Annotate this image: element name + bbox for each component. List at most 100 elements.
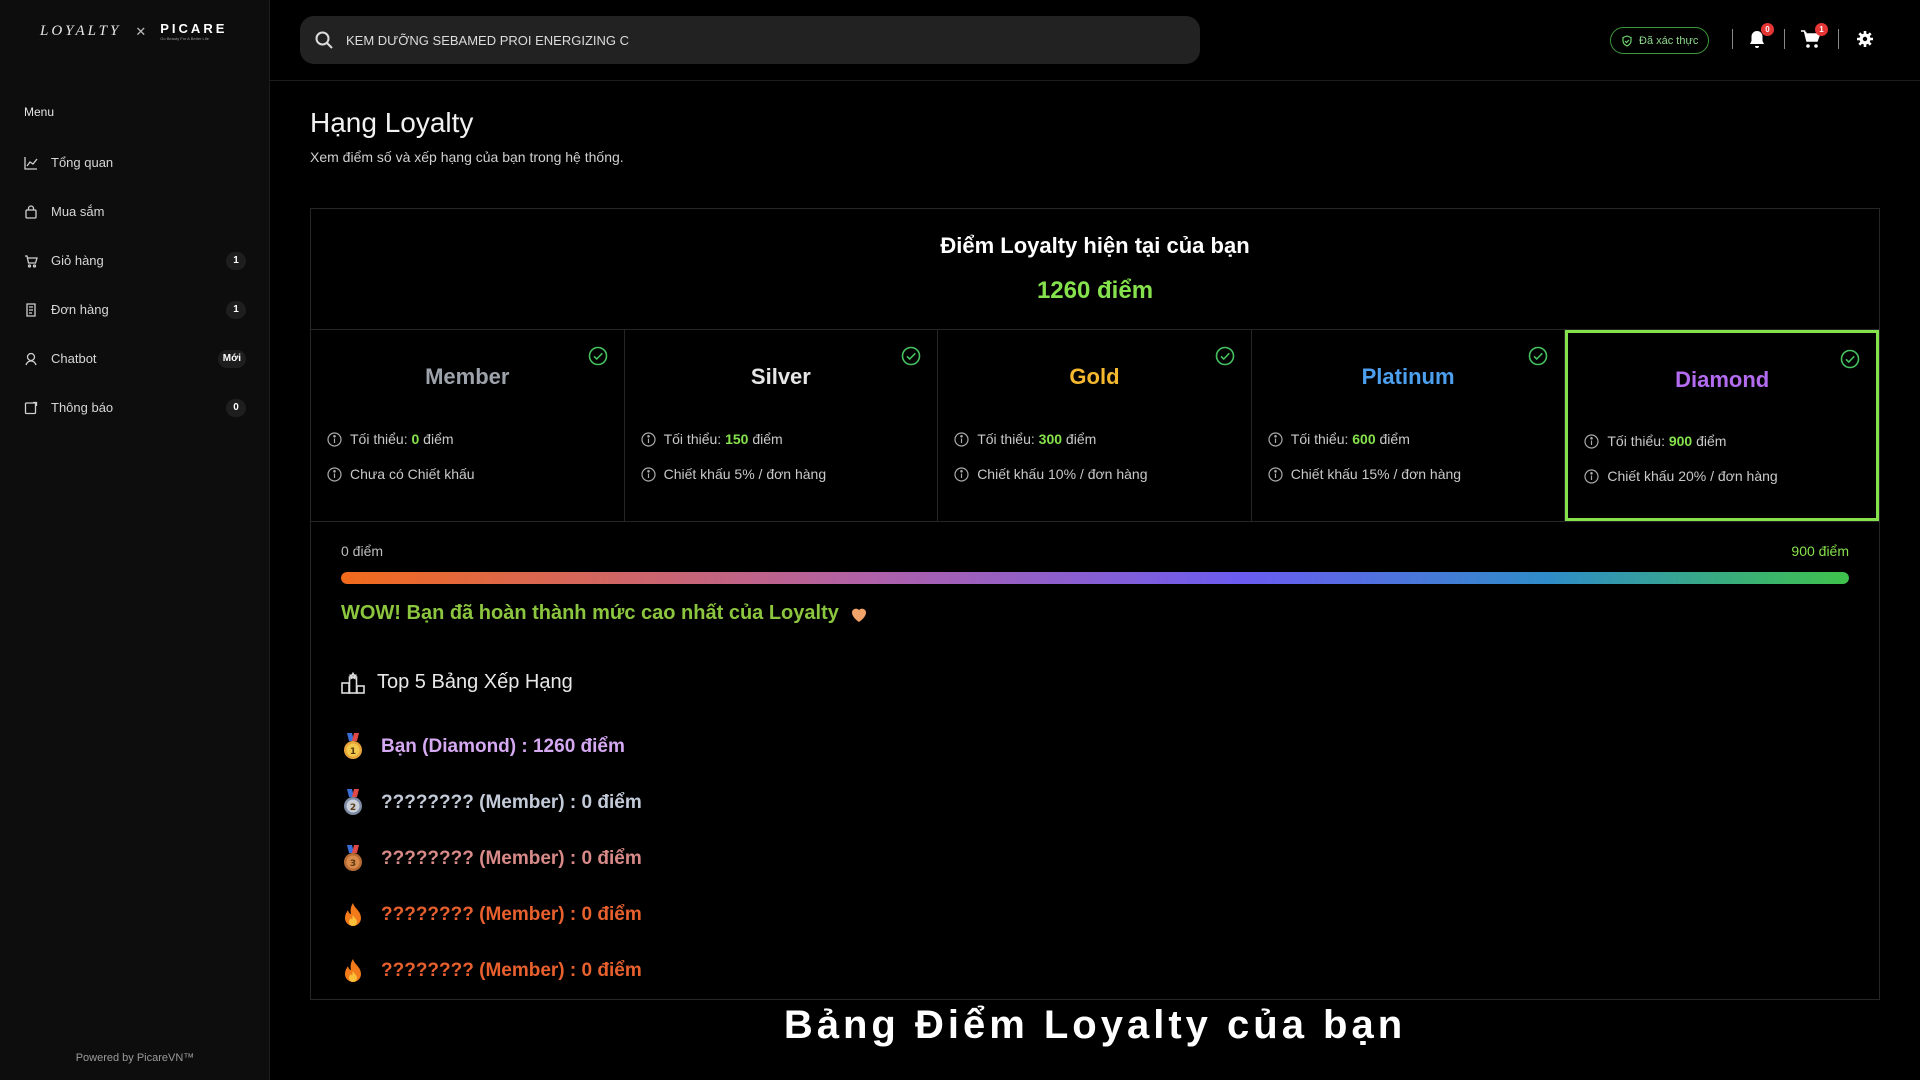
tier-min-points: Tối thiểu: 0 điểm	[327, 431, 454, 447]
fire-icon	[341, 957, 365, 985]
order-count-badge: 1	[226, 300, 246, 319]
svg-text:3: 3	[350, 859, 356, 869]
tier-card-member: Member Tối thiểu: 0 điểm Chưa có Chiết khấ…	[311, 330, 625, 521]
progress-fill	[341, 572, 1849, 584]
check-circle-icon	[901, 346, 921, 366]
check-circle-icon	[588, 346, 608, 366]
sidebar-item-cart[interactable]: Giỏ hàng 1	[24, 236, 246, 285]
leaderboard-entry: ???????? (Member) : 0 điểm	[381, 904, 642, 925]
silver-medal-icon: 2	[341, 789, 365, 817]
sidebar-item-orders[interactable]: Đơn hàng 1	[24, 285, 246, 334]
tier-min-points: Tối thiểu: 300 điểm	[954, 431, 1096, 447]
info-icon	[327, 466, 342, 482]
leaderboard-entry: ???????? (Member) : 0 điểm	[381, 960, 642, 981]
powered-by: Powered by PicareVN™	[75, 1052, 195, 1064]
tier-min-text: Tối thiểu: 300 điểm	[977, 431, 1096, 447]
tier-discount: Chiết khấu 15% / đơn hàng	[1268, 466, 1461, 482]
info-icon	[1268, 466, 1283, 482]
info-icon	[1268, 431, 1283, 447]
settings-button[interactable]	[1854, 28, 1876, 50]
sidebar-item-label: Tổng quan	[51, 155, 114, 170]
sidebar-item-label: Chatbot	[51, 351, 97, 366]
top-header: Đã xác thực 0 1	[270, 0, 1920, 81]
sidebar-item-notifications[interactable]: Thông báo 0	[24, 383, 246, 432]
sidebar-item-label: Giỏ hàng	[51, 253, 104, 268]
tier-name: Silver	[750, 364, 811, 389]
verified-badge[interactable]: Đã xác thực	[1610, 27, 1710, 54]
sidebar-item-chatbot[interactable]: Chatbot Mới	[24, 334, 246, 383]
info-icon	[327, 431, 342, 447]
info-icon	[640, 431, 656, 447]
new-badge: Mới	[217, 349, 246, 368]
completion-message: WOW! Bạn đã hoàn thành mức cao nhất của …	[341, 602, 869, 625]
notification-count-badge: 0	[226, 398, 246, 417]
tier-card-platinum: Platinum Tối thiểu: 600 điểm Chiết khấu 15…	[1252, 330, 1566, 521]
header-divider	[1732, 29, 1733, 49]
notification-icon	[24, 401, 38, 415]
info-icon	[1584, 468, 1599, 484]
tier-min-value: 150	[725, 431, 749, 447]
tier-discount: Chưa có Chiết khấu	[327, 466, 475, 482]
search-bar[interactable]	[300, 16, 1200, 64]
svg-text:2: 2	[350, 803, 356, 813]
fire-icon	[341, 901, 365, 929]
leaderboard-row: ???????? (Member) : 0 điểm	[341, 887, 642, 943]
tier-min-points: Tối thiểu: 150 điểm	[640, 431, 783, 447]
tier-discount-text: Chiết khấu 10% / đơn hàng	[977, 466, 1148, 482]
page-subtitle: Xem điểm số và xếp hạng của bạn trong hệ…	[310, 149, 624, 165]
header-divider	[1784, 29, 1785, 49]
shield-check-icon	[1622, 34, 1632, 47]
sidebar-item-shopping[interactable]: Mua sắm	[24, 187, 246, 236]
leaderboard-entry: ???????? (Member) : 0 điểm	[381, 848, 642, 869]
search-input[interactable]	[346, 32, 1166, 48]
tier-min-value: 600	[1352, 431, 1376, 447]
leaderboard-row: 2 ???????? (Member) : 0 điểm	[341, 775, 642, 831]
tier-name: Diamond	[1675, 367, 1770, 392]
info-icon	[1584, 433, 1599, 449]
sidebar-item-label: Thông báo	[51, 400, 114, 415]
cart-button[interactable]: 1	[1800, 23, 1828, 50]
tier-min-points: Tối thiểu: 600 điểm	[1268, 431, 1410, 447]
info-icon	[954, 431, 969, 447]
tier-discount-text: Chiết khấu 15% / đơn hàng	[1290, 466, 1462, 482]
completion-text: WOW! Bạn đã hoàn thành mức cao nhất của …	[341, 602, 839, 624]
leaderboard-title-text: Top 5 Bảng Xếp Hạng	[377, 671, 573, 693]
tier-name: Platinum	[1361, 364, 1455, 389]
tier-min-points: Tối thiểu: 900 điểm	[1584, 433, 1726, 449]
brand-logo[interactable]: LOYALTY ✕ PICARE Go Beauty For A Better …	[40, 22, 227, 41]
tier-min-label: Tối thiểu:	[977, 431, 1039, 447]
verified-label: Đã xác thực	[1639, 34, 1699, 47]
points-value: 1260 điểm	[1036, 277, 1154, 304]
leaderboard-entry: Bạn (Diamond) : 1260 điểm	[381, 736, 625, 757]
shopping-bag-icon	[24, 204, 38, 219]
tier-card-diamond: Diamond Tối thiểu: 900 điểm Chiết khấu 20%…	[1565, 330, 1879, 521]
tier-discount-text: Chiết khấu 5% / đơn hàng	[663, 466, 827, 482]
main-content: Hạng Loyalty Xem điểm số và xếp hạng của…	[270, 81, 1920, 1080]
tier-card-silver: Silver Tối thiểu: 150 điểm Chiết khấu 5% /…	[625, 330, 939, 521]
progress-min-label: 0 điểm	[341, 543, 384, 559]
tier-min-text: Tối thiểu: 900 điểm	[1607, 433, 1726, 449]
heart-icon	[849, 604, 869, 624]
tier-discount-text: Chưa có Chiết khấu	[350, 466, 475, 482]
tier-min-unit: điểm	[1692, 433, 1727, 449]
notification-button[interactable]: 0	[1746, 23, 1774, 50]
tier-discount: Chiết khấu 10% / đơn hàng	[954, 466, 1147, 482]
check-circle-icon	[1215, 346, 1235, 366]
page-title: Hạng Loyalty	[310, 107, 474, 138]
tier-min-unit: điểm	[419, 431, 454, 447]
tier-name: Gold	[1069, 364, 1120, 389]
sidebar-item-overview[interactable]: Tổng quan	[24, 138, 246, 187]
tier-list: Member Tối thiểu: 0 điểm Chưa có Chiết khấ…	[311, 329, 1879, 522]
tier-discount: Chiết khấu 20% / đơn hàng	[1584, 468, 1778, 484]
sidebar-item-label: Đơn hàng	[51, 302, 109, 317]
tier-min-text: Tối thiểu: 0 điểm	[350, 431, 454, 447]
tier-min-label: Tối thiểu:	[1290, 431, 1353, 447]
leaderboard-row: 3 ???????? (Member) : 0 điểm	[341, 831, 642, 887]
tier-min-unit: điểm	[1062, 431, 1097, 447]
points-title: Điểm Loyalty hiện tại của bạn	[940, 233, 1250, 258]
leaderboard-row: ???????? (Member) : 0 điểm	[341, 943, 642, 999]
check-circle-icon	[1840, 349, 1860, 369]
progress-bar	[341, 572, 1849, 584]
leaderboard-entry: ???????? (Member) : 0 điểm	[381, 792, 642, 813]
cart-count-badge: 1	[1815, 23, 1828, 36]
